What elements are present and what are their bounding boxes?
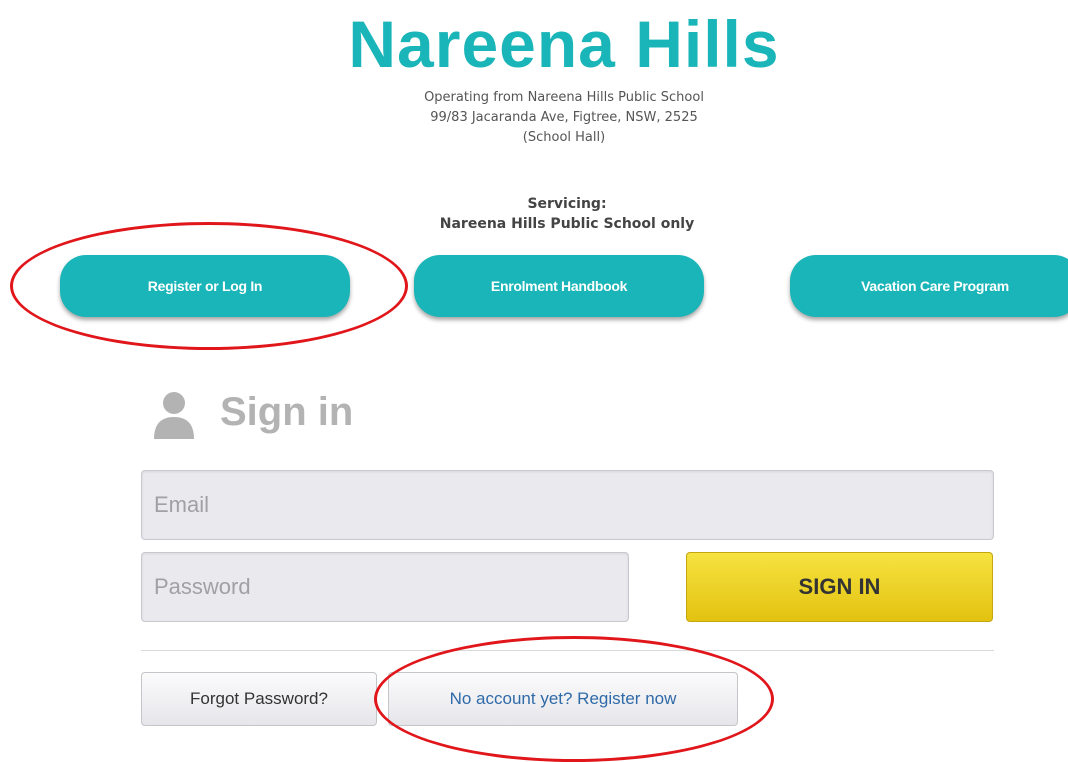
brand-title: Nareena Hills	[348, 7, 780, 81]
forgot-password-button[interactable]: Forgot Password?	[141, 672, 377, 726]
address-line: Operating from Nareena Hills Public Scho…	[424, 90, 704, 105]
signin-heading: Sign in	[152, 384, 353, 440]
signin-title: Sign in	[220, 389, 354, 434]
enrolment-handbook-button[interactable]: Enrolment Handbook	[414, 255, 704, 317]
divider	[141, 650, 994, 651]
register-now-button[interactable]: No account yet? Register now	[388, 672, 738, 726]
vacation-care-program-button[interactable]: Vacation Care Program	[790, 255, 1068, 317]
password-field[interactable]	[141, 552, 629, 622]
servicing-label: Servicing:	[527, 196, 607, 212]
address-block: Operating from Nareena Hills Public Scho…	[0, 88, 1068, 148]
register-or-login-button[interactable]: Register or Log In	[60, 255, 350, 317]
person-icon	[154, 392, 194, 439]
servicing-block: Servicing: Nareena Hills Public School o…	[0, 194, 1068, 234]
servicing-value: Nareena Hills Public School only	[439, 216, 695, 232]
address-line: (School Hall)	[522, 130, 606, 145]
sign-in-button[interactable]: SIGN IN	[686, 552, 993, 622]
address-line: 99/83 Jacaranda Ave, Figtree, NSW, 2525	[430, 110, 698, 125]
email-field[interactable]	[141, 470, 994, 540]
